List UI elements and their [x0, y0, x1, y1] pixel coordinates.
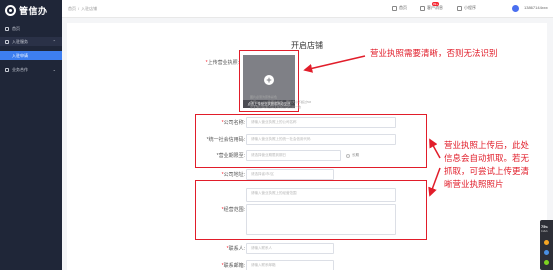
annotation-right-3: 抓取，可尝试上传更清 [444, 166, 530, 176]
annotation-right-2: 信息会自动抓取。若无 [444, 153, 530, 163]
annotation-right-4: 晰营业执照照片 [444, 179, 504, 189]
arrow-to-box-1 [429, 138, 441, 159]
widget-dot-icon [544, 250, 549, 255]
widget-sub: 0.2k/s [541, 230, 548, 233]
arrow-to-box-2 [428, 167, 441, 197]
annotation-right-1: 营业执照上传后，此处 [444, 140, 530, 150]
widget-dot-icon [544, 260, 549, 265]
arrow-to-upload [303, 55, 366, 73]
widget-value: 75% [541, 224, 548, 229]
widget-dot-icon [544, 240, 549, 245]
annotation-arrows [303, 55, 441, 197]
annotation-top: 营业执照需要清晰，否则无法识别 [370, 48, 498, 58]
network-speed-widget[interactable]: 75% 0.2k/s [540, 220, 553, 270]
